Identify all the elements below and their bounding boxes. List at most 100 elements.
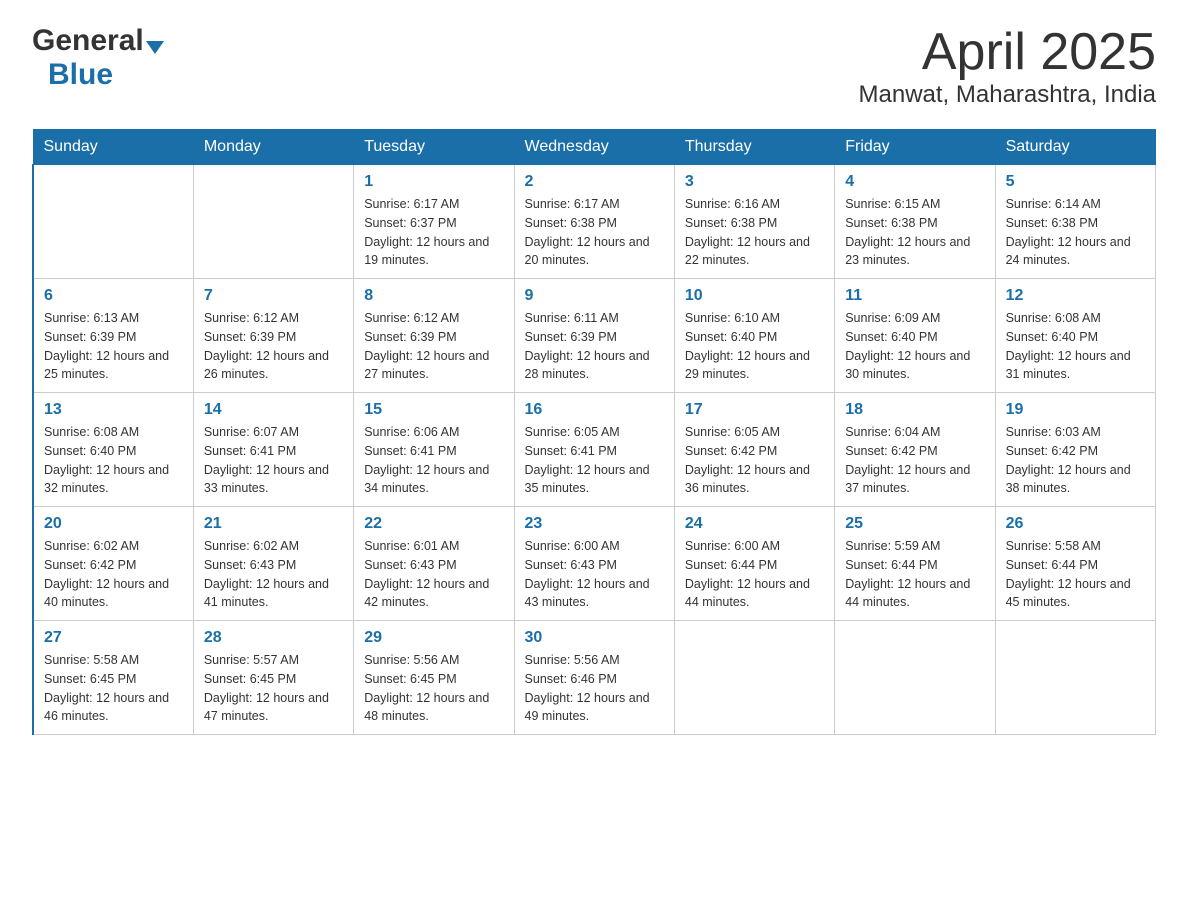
calendar-cell: 1 Sunrise: 6:17 AMSunset: 6:37 PMDaylight… (354, 165, 514, 279)
day-detail: Sunrise: 5:56 AMSunset: 6:45 PMDaylight:… (364, 651, 503, 726)
day-number: 1 (364, 173, 503, 191)
day-header-sunday: Sunday (33, 130, 193, 165)
day-number: 29 (364, 629, 503, 647)
day-header-thursday: Thursday (674, 130, 834, 165)
calendar-cell: 4 Sunrise: 6:15 AMSunset: 6:38 PMDaylight… (835, 165, 995, 279)
day-header-monday: Monday (193, 130, 353, 165)
calendar-cell: 20 Sunrise: 6:02 AMSunset: 6:42 PMDayligh… (33, 507, 193, 621)
calendar-cell: 19Sunrise: 6:03 AMSunset: 6:42 PMDayligh… (995, 393, 1155, 507)
day-detail: Sunrise: 6:00 AMSunset: 6:44 PMDaylight:… (685, 537, 824, 612)
day-detail: Sunrise: 6:12 AMSunset: 6:39 PMDaylight:… (204, 309, 343, 384)
day-detail: Sunrise: 6:05 AMSunset: 6:41 PMDaylight:… (525, 423, 664, 498)
day-number: 25 (845, 515, 984, 533)
calendar-cell: 2 Sunrise: 6:17 AMSunset: 6:38 PMDaylight… (514, 165, 674, 279)
day-number: 20 (44, 515, 183, 533)
calendar-week-4: 20 Sunrise: 6:02 AMSunset: 6:42 PMDayligh… (33, 507, 1156, 621)
day-number: 22 (364, 515, 503, 533)
calendar-cell: 18 Sunrise: 6:04 AMSunset: 6:42 PMDayligh… (835, 393, 995, 507)
calendar-cell: 3 Sunrise: 6:16 AMSunset: 6:38 PMDaylight… (674, 165, 834, 279)
calendar-week-5: 27 Sunrise: 5:58 AMSunset: 6:45 PMDayligh… (33, 621, 1156, 735)
day-detail: Sunrise: 6:17 AMSunset: 6:38 PMDaylight:… (525, 195, 664, 270)
day-header-saturday: Saturday (995, 130, 1155, 165)
day-number: 6 (44, 287, 183, 305)
calendar-title: April 2025 (859, 24, 1156, 81)
day-number: 12 (1006, 287, 1145, 305)
calendar-week-2: 6 Sunrise: 6:13 AMSunset: 6:39 PMDaylight… (33, 279, 1156, 393)
day-number: 16 (525, 401, 664, 419)
calendar-table: SundayMondayTuesdayWednesdayThursdayFrid… (32, 129, 1156, 735)
day-detail: Sunrise: 6:11 AMSunset: 6:39 PMDaylight:… (525, 309, 664, 384)
calendar-cell: 14 Sunrise: 6:07 AMSunset: 6:41 PMDayligh… (193, 393, 353, 507)
day-detail: Sunrise: 6:00 AMSunset: 6:43 PMDaylight:… (525, 537, 664, 612)
calendar-cell: 11 Sunrise: 6:09 AMSunset: 6:40 PMDayligh… (835, 279, 995, 393)
day-number: 14 (204, 401, 343, 419)
day-detail: Sunrise: 6:13 AMSunset: 6:39 PMDaylight:… (44, 309, 183, 384)
day-detail: Sunrise: 6:15 AMSunset: 6:38 PMDaylight:… (845, 195, 984, 270)
day-detail: Sunrise: 6:17 AMSunset: 6:37 PMDaylight:… (364, 195, 503, 270)
day-number: 11 (845, 287, 984, 305)
day-number: 17 (685, 401, 824, 419)
calendar-cell: 17Sunrise: 6:05 AMSunset: 6:42 PMDayligh… (674, 393, 834, 507)
day-number: 8 (364, 287, 503, 305)
calendar-cell: 16 Sunrise: 6:05 AMSunset: 6:41 PMDayligh… (514, 393, 674, 507)
calendar-cell: 22Sunrise: 6:01 AMSunset: 6:43 PMDayligh… (354, 507, 514, 621)
day-number: 18 (845, 401, 984, 419)
day-detail: Sunrise: 6:03 AMSunset: 6:42 PMDaylight:… (1006, 423, 1145, 498)
day-number: 26 (1006, 515, 1145, 533)
calendar-cell: 13Sunrise: 6:08 AMSunset: 6:40 PMDayligh… (33, 393, 193, 507)
calendar-cell (193, 165, 353, 279)
calendar-cell: 7 Sunrise: 6:12 AMSunset: 6:39 PMDaylight… (193, 279, 353, 393)
page-header: General Blue April 2025 Manwat, Maharash… (32, 24, 1156, 109)
calendar-body: 1 Sunrise: 6:17 AMSunset: 6:37 PMDaylight… (33, 165, 1156, 735)
calendar-cell: 21 Sunrise: 6:02 AMSunset: 6:43 PMDayligh… (193, 507, 353, 621)
day-number: 9 (525, 287, 664, 305)
day-detail: Sunrise: 6:06 AMSunset: 6:41 PMDaylight:… (364, 423, 503, 498)
calendar-subtitle: Manwat, Maharashtra, India (859, 81, 1156, 109)
calendar-cell: 27 Sunrise: 5:58 AMSunset: 6:45 PMDayligh… (33, 621, 193, 735)
day-detail: Sunrise: 6:09 AMSunset: 6:40 PMDaylight:… (845, 309, 984, 384)
day-detail: Sunrise: 6:02 AMSunset: 6:42 PMDaylight:… (44, 537, 183, 612)
day-number: 28 (204, 629, 343, 647)
calendar-cell: 9 Sunrise: 6:11 AMSunset: 6:39 PMDaylight… (514, 279, 674, 393)
day-detail: Sunrise: 5:58 AMSunset: 6:44 PMDaylight:… (1006, 537, 1145, 612)
day-number: 4 (845, 173, 984, 191)
day-number: 13 (44, 401, 183, 419)
calendar-cell: 6 Sunrise: 6:13 AMSunset: 6:39 PMDaylight… (33, 279, 193, 393)
calendar-cell: 30Sunrise: 5:56 AMSunset: 6:46 PMDayligh… (514, 621, 674, 735)
day-detail: Sunrise: 6:04 AMSunset: 6:42 PMDaylight:… (845, 423, 984, 498)
day-header-tuesday: Tuesday (354, 130, 514, 165)
calendar-header: SundayMondayTuesdayWednesdayThursdayFrid… (33, 130, 1156, 165)
day-number: 3 (685, 173, 824, 191)
day-number: 2 (525, 173, 664, 191)
calendar-cell: 23Sunrise: 6:00 AMSunset: 6:43 PMDayligh… (514, 507, 674, 621)
logo: General Blue (32, 24, 164, 92)
logo-general-text: General (32, 24, 144, 58)
logo-blue-text: Blue (48, 58, 164, 92)
day-detail: Sunrise: 5:58 AMSunset: 6:45 PMDaylight:… (44, 651, 183, 726)
day-number: 5 (1006, 173, 1145, 191)
day-detail: Sunrise: 6:02 AMSunset: 6:43 PMDaylight:… (204, 537, 343, 612)
day-detail: Sunrise: 6:14 AMSunset: 6:38 PMDaylight:… (1006, 195, 1145, 270)
calendar-cell: 24 Sunrise: 6:00 AMSunset: 6:44 PMDayligh… (674, 507, 834, 621)
day-number: 7 (204, 287, 343, 305)
calendar-cell (995, 621, 1155, 735)
day-number: 27 (44, 629, 183, 647)
calendar-cell (33, 165, 193, 279)
day-number: 10 (685, 287, 824, 305)
day-detail: Sunrise: 5:57 AMSunset: 6:45 PMDaylight:… (204, 651, 343, 726)
day-header-friday: Friday (835, 130, 995, 165)
day-number: 24 (685, 515, 824, 533)
calendar-cell: 5 Sunrise: 6:14 AMSunset: 6:38 PMDaylight… (995, 165, 1155, 279)
calendar-cell: 28 Sunrise: 5:57 AMSunset: 6:45 PMDayligh… (193, 621, 353, 735)
calendar-week-1: 1 Sunrise: 6:17 AMSunset: 6:37 PMDaylight… (33, 165, 1156, 279)
day-detail: Sunrise: 6:07 AMSunset: 6:41 PMDaylight:… (204, 423, 343, 498)
day-detail: Sunrise: 6:16 AMSunset: 6:38 PMDaylight:… (685, 195, 824, 270)
day-detail: Sunrise: 6:08 AMSunset: 6:40 PMDaylight:… (1006, 309, 1145, 384)
days-of-week-row: SundayMondayTuesdayWednesdayThursdayFrid… (33, 130, 1156, 165)
calendar-cell (674, 621, 834, 735)
day-number: 21 (204, 515, 343, 533)
logo-arrow-icon (146, 41, 164, 54)
calendar-cell: 15Sunrise: 6:06 AMSunset: 6:41 PMDayligh… (354, 393, 514, 507)
title-block: April 2025 Manwat, Maharashtra, India (859, 24, 1156, 109)
day-detail: Sunrise: 6:10 AMSunset: 6:40 PMDaylight:… (685, 309, 824, 384)
